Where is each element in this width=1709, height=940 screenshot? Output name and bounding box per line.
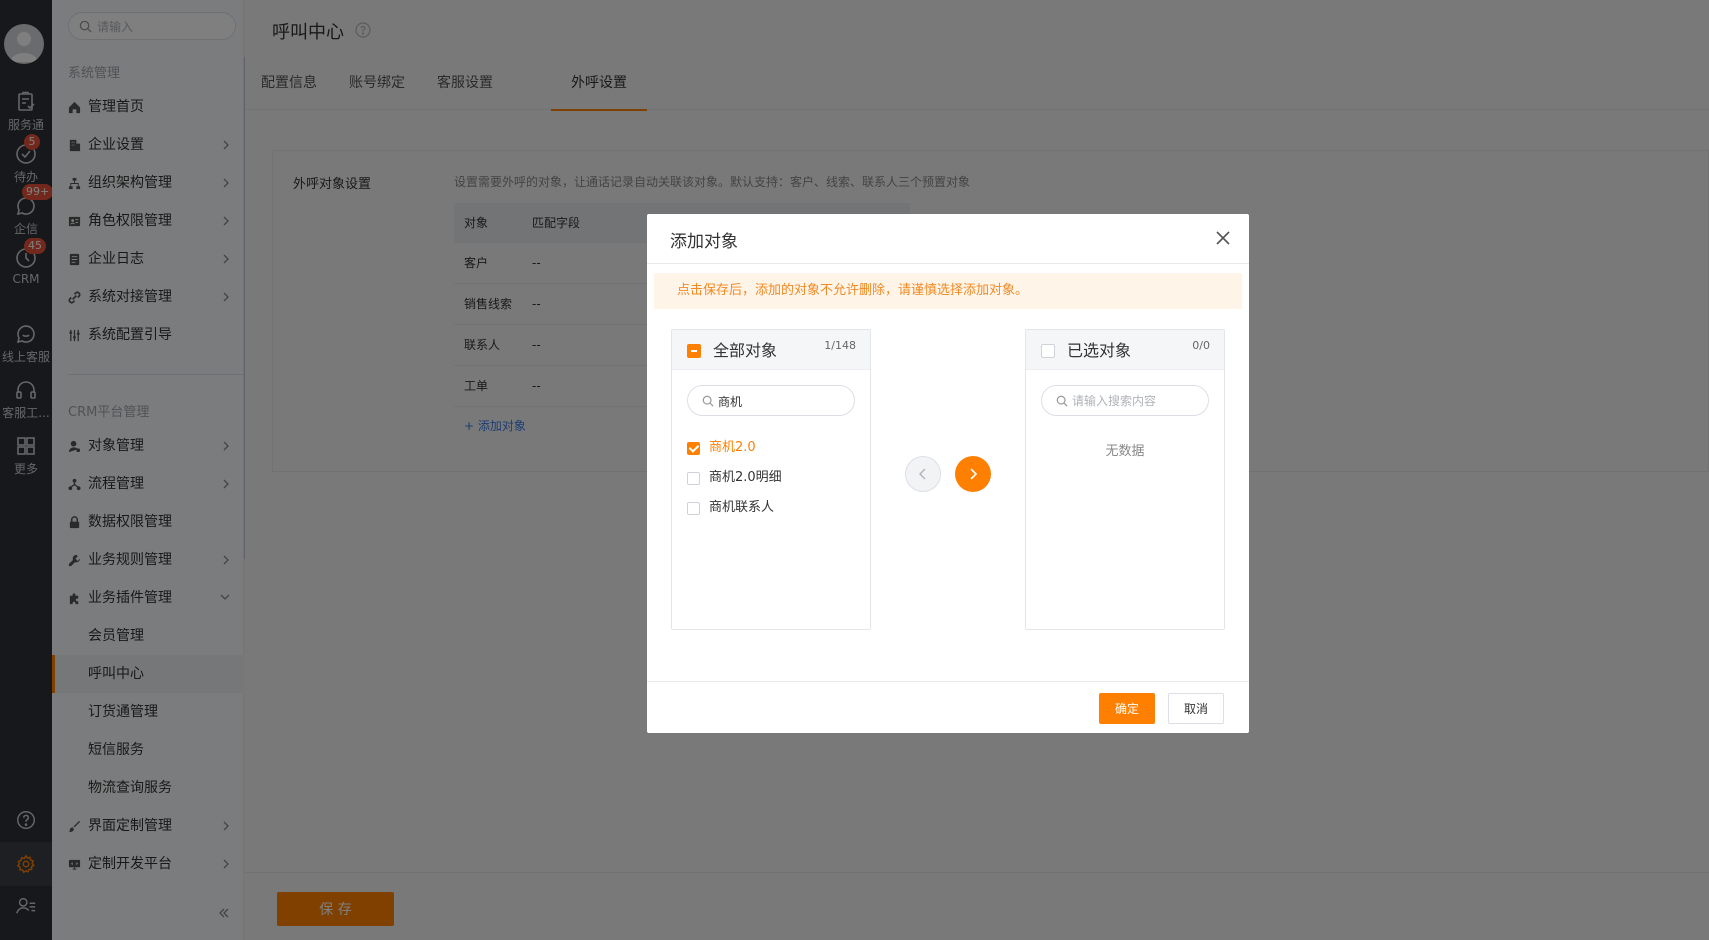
all-objects-header: 全部对象 1/148 — [672, 330, 870, 370]
all-objects-title: 全部对象 — [713, 341, 778, 360]
item-label: 商机2.0 — [709, 440, 756, 455]
select-all-selected-checkbox[interactable] — [1041, 344, 1055, 358]
selected-objects-box: 已选对象 0/0 无数据 — [1025, 329, 1225, 630]
empty-state: 无数据 — [1105, 444, 1145, 459]
move-left-button[interactable] — [905, 456, 941, 492]
item-label: 商机2.0明细 — [709, 470, 782, 485]
item-label: 商机联系人 — [709, 500, 775, 515]
confirm-button[interactable]: 确定 — [1099, 693, 1155, 724]
selected-objects-title: 已选对象 — [1067, 341, 1132, 360]
close-icon[interactable] — [1211, 226, 1235, 250]
select-all-checkbox[interactable] — [687, 344, 701, 358]
dialog-title: 添加对象 — [670, 232, 738, 252]
item-checkbox[interactable] — [687, 502, 700, 515]
dialog-footer-divider — [647, 681, 1249, 682]
item-checkbox[interactable] — [687, 472, 700, 485]
chevron-right-icon — [970, 468, 978, 480]
selected-objects-count: 0/0 — [1192, 339, 1210, 352]
all-objects-box: 全部对象 1/148 商机2.0 商机2.0明细 商机联系人 — [671, 329, 871, 630]
all-objects-search — [687, 385, 855, 416]
search-icon — [702, 395, 714, 407]
selected-objects-search — [1041, 385, 1209, 416]
item-checkbox[interactable] — [687, 442, 700, 455]
selected-objects-header: 已选对象 0/0 — [1026, 330, 1224, 370]
selected-objects-search-input[interactable] — [1072, 392, 1202, 410]
chevron-left-icon — [919, 468, 926, 480]
warning-notice: 点击保存后，添加的对象不允许删除，请谨慎选择添加对象。 — [654, 273, 1242, 309]
search-icon — [1056, 395, 1068, 407]
move-right-button[interactable] — [955, 456, 991, 492]
cancel-button[interactable]: 取消 — [1168, 693, 1224, 724]
all-objects-count: 1/148 — [824, 339, 856, 352]
dialog-header: 添加对象 — [647, 214, 1249, 264]
add-object-dialog: 添加对象 点击保存后，添加的对象不允许删除，请谨慎选择添加对象。 全部对象 1/… — [647, 214, 1249, 733]
all-objects-search-input[interactable] — [718, 392, 848, 410]
